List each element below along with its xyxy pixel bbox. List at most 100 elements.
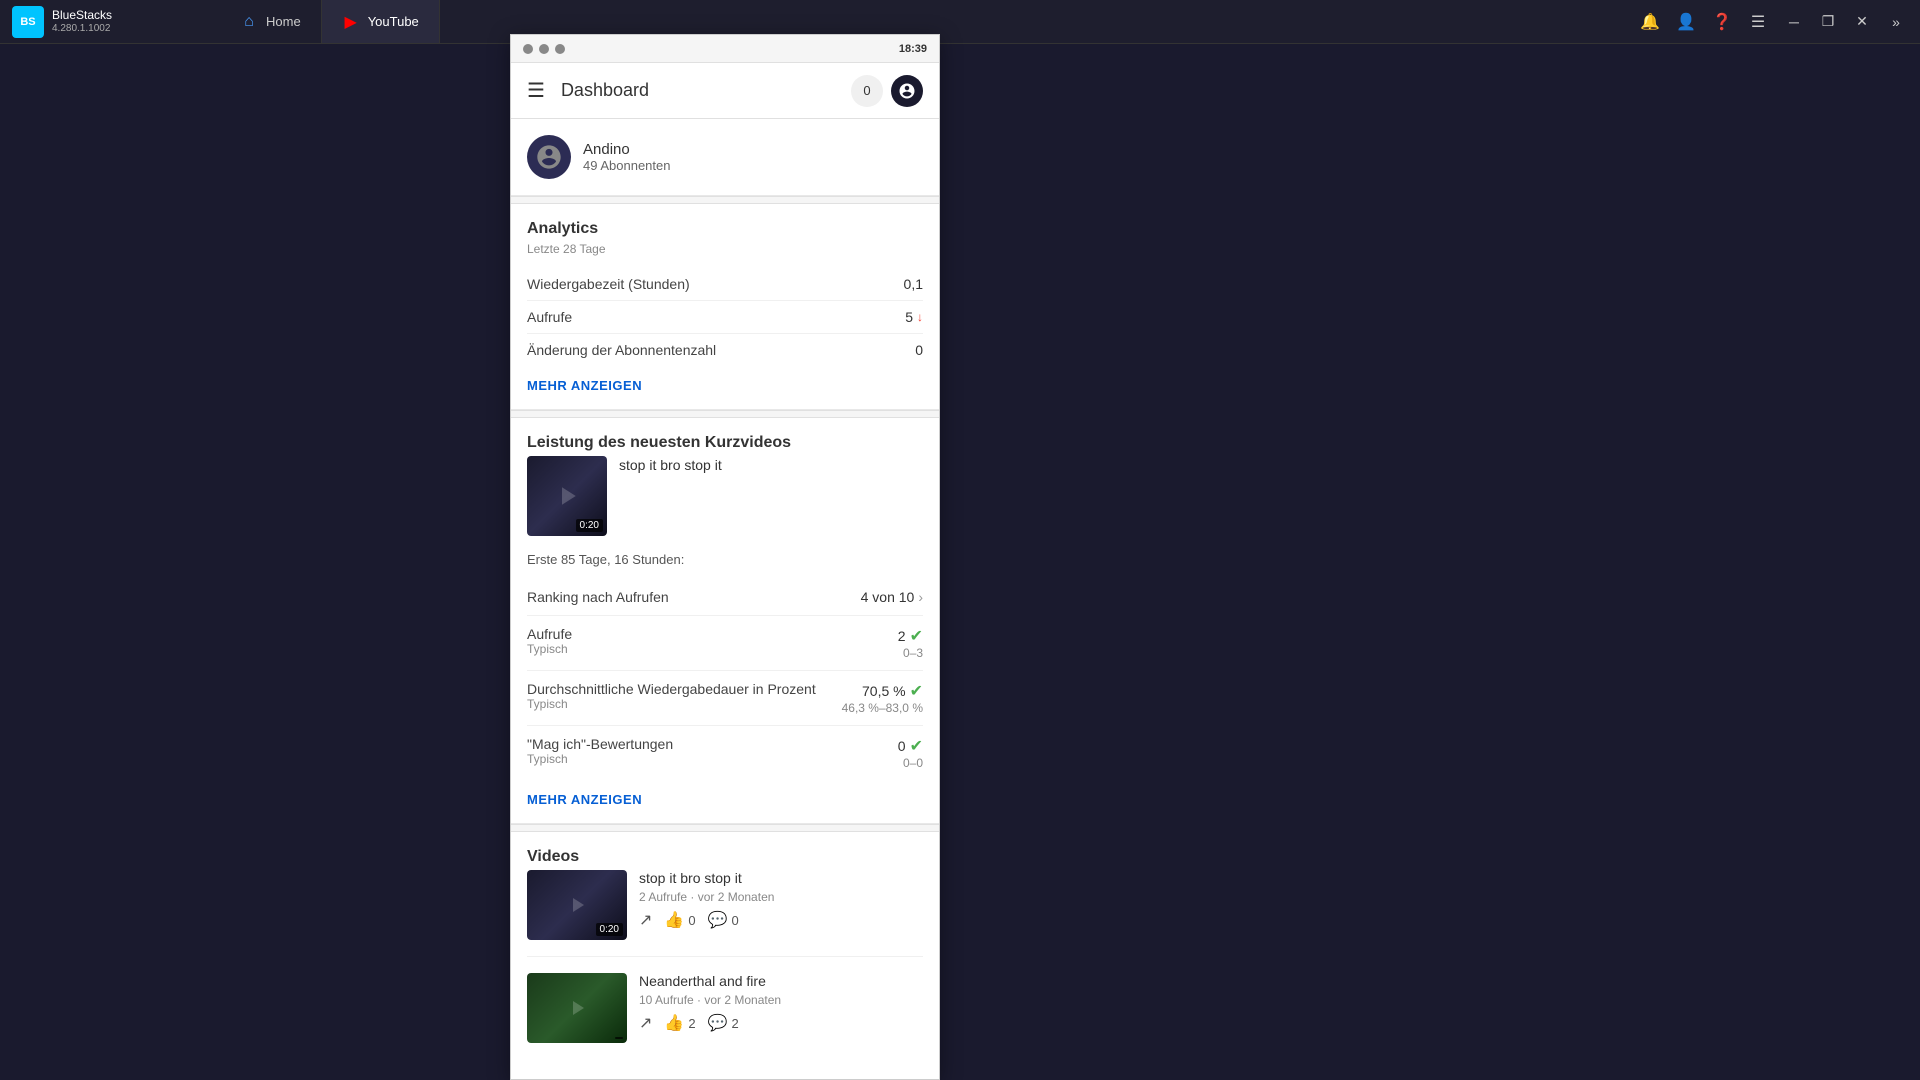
kurz-mehr-anzeigen[interactable]: MEHR ANZEIGEN <box>527 792 923 807</box>
comment-count-1: 2 <box>731 1016 738 1031</box>
notification-badge[interactable]: 0 <box>851 75 883 107</box>
profile-subscribers: 49 Abonnenten <box>583 158 670 173</box>
more-btn[interactable]: » <box>1880 6 1912 38</box>
stat-label-0: Wiedergabezeit (Stunden) <box>527 276 690 292</box>
metric-range-1: 46,3 %–83,0 % <box>842 701 923 715</box>
kurz-video-preview: 0:20 stop it bro stop it <box>527 456 923 536</box>
mobile-frame: 18:39 ☰ Dashboard 0 Andino 49 Abonne <box>510 34 940 1080</box>
divider-2 <box>511 410 939 418</box>
comment-btn-1[interactable]: 💬 2 <box>708 1013 739 1033</box>
analytics-section: Analytics Letzte 28 Tage Wiedergabezeit … <box>511 204 939 410</box>
video-meta-1: 10 Aufrufe · vor 2 Monaten <box>639 993 923 1007</box>
header-actions: 0 <box>851 75 923 107</box>
avatar <box>527 135 571 179</box>
user-avatar-btn[interactable] <box>891 75 923 107</box>
ranking-label: Ranking nach Aufrufen <box>527 589 669 605</box>
video-actions-0: ↗ 👍 0 💬 0 <box>639 910 923 930</box>
video-list-item-0: 0:20 stop it bro stop it 2 Aufrufe · vor… <box>527 870 923 957</box>
video-title-1: Neanderthal and fire <box>639 973 923 989</box>
minimize-btn[interactable]: ─ <box>1778 6 1810 38</box>
tab-youtube-label: YouTube <box>368 14 419 29</box>
brand-logo: BS <box>12 6 44 38</box>
video-info-1: Neanderthal and fire 10 Aufrufe · vor 2 … <box>639 973 923 1033</box>
kurz-video-thumb[interactable]: 0:20 <box>527 456 607 536</box>
video-meta-0: 2 Aufrufe · vor 2 Monaten <box>639 890 923 904</box>
profile-info: Andino 49 Abonnenten <box>583 141 670 173</box>
help-btn[interactable]: ❓ <box>1706 6 1738 38</box>
share-icon-1: ↗ <box>639 1013 652 1033</box>
stat-label-2: Änderung der Abonnentenzahl <box>527 342 716 358</box>
menu-icon[interactable]: ☰ <box>527 78 545 103</box>
bluestacks-brand: BS BlueStacks 4.280.1.1002 <box>0 6 220 38</box>
like-count-0: 0 <box>688 913 695 928</box>
notification-btn[interactable]: 🔔 <box>1634 6 1666 38</box>
taskbar: BS BlueStacks 4.280.1.1002 ⌂ Home ▶ YouT… <box>0 0 1920 44</box>
analytics-subtitle: Letzte 28 Tage <box>527 242 923 256</box>
ranking-value: 4 von 10 › <box>861 589 923 605</box>
metric-row-2: "Mag ich"-Bewertungen Typisch 0 ✔ 0–0 <box>527 726 923 780</box>
tab-youtube[interactable]: ▶ YouTube <box>322 0 440 43</box>
kurz-title: Leistung des neuesten Kurzvideos <box>527 434 923 452</box>
share-btn-0[interactable]: ↗ <box>639 910 652 930</box>
thumb-inner-1 <box>527 973 627 1043</box>
video-list-item-1: Neanderthal and fire 10 Aufrufe · vor 2 … <box>527 973 923 1059</box>
stat-row-0: Wiedergabezeit (Stunden) 0,1 <box>527 268 923 301</box>
analytics-mehr-anzeigen[interactable]: MEHR ANZEIGEN <box>527 378 923 393</box>
share-btn-1[interactable]: ↗ <box>639 1013 652 1033</box>
arrow-down-icon: ↓ <box>917 310 923 324</box>
metric-value-2: 0 ✔ <box>898 736 923 756</box>
metric-right-2: 0 ✔ 0–0 <box>898 736 923 770</box>
video-thumb-0[interactable]: 0:20 <box>527 870 627 940</box>
check-icon-1: ✔ <box>910 681 923 701</box>
stat-row-2: Änderung der Abonnentenzahl 0 <box>527 334 923 366</box>
metric-value-1: 70,5 % ✔ <box>842 681 923 701</box>
youtube-icon: ▶ <box>342 13 360 31</box>
status-dot-1 <box>523 44 533 54</box>
stat-value-0: 0,1 <box>904 276 923 292</box>
comment-icon-1: 💬 <box>708 1013 728 1033</box>
comment-icon-0: 💬 <box>708 910 728 930</box>
metric-label-2: "Mag ich"-Bewertungen Typisch <box>527 736 673 766</box>
like-btn-0[interactable]: 👍 0 <box>664 910 695 930</box>
videos-title: Videos <box>527 848 923 866</box>
stat-row-1: Aufrufe 5 ↓ <box>527 301 923 334</box>
content-area[interactable]: Andino 49 Abonnenten Analytics Letzte 28… <box>511 119 939 1079</box>
like-btn-1[interactable]: 👍 2 <box>664 1013 695 1033</box>
videos-section: Videos 0:20 stop it bro stop it 2 Aufruf… <box>511 832 939 1079</box>
status-dot-3 <box>555 44 565 54</box>
metric-right-0: 2 ✔ 0–3 <box>898 626 923 660</box>
video-thumb-1[interactable] <box>527 973 627 1043</box>
comment-btn-0[interactable]: 💬 0 <box>708 910 739 930</box>
metric-right-1: 70,5 % ✔ 46,3 %–83,0 % <box>842 681 923 715</box>
home-icon: ⌂ <box>240 13 258 31</box>
tab-home[interactable]: ⌂ Home <box>220 0 322 43</box>
status-icons <box>523 44 565 54</box>
status-dot-2 <box>539 44 549 54</box>
metric-label-1: Durchschnittliche Wiedergabedauer in Pro… <box>527 681 816 711</box>
metric-range-0: 0–3 <box>898 646 923 660</box>
metric-value-0: 2 ✔ <box>898 626 923 646</box>
window-controls: ─ ❐ ✕ » <box>1778 6 1912 38</box>
video-duration-0: 0:20 <box>596 923 623 936</box>
metric-row-1: Durchschnittliche Wiedergabedauer in Pro… <box>527 671 923 726</box>
analytics-title: Analytics <box>527 220 923 238</box>
profile-section: Andino 49 Abonnenten <box>511 119 939 196</box>
stat-label-1: Aufrufe <box>527 309 572 325</box>
restore-btn[interactable]: ❐ <box>1812 6 1844 38</box>
tab-home-label: Home <box>266 14 301 29</box>
stat-value-2: 0 <box>915 342 923 358</box>
thumbup-icon-1: 👍 <box>664 1013 684 1033</box>
check-icon-2: ✔ <box>910 736 923 756</box>
account-btn[interactable]: 👤 <box>1670 6 1702 38</box>
ranking-row[interactable]: Ranking nach Aufrufen 4 von 10 › <box>527 579 923 616</box>
comment-count-0: 0 <box>731 913 738 928</box>
settings-btn[interactable]: ☰ <box>1742 6 1774 38</box>
brand-name: BlueStacks <box>52 8 112 22</box>
metric-label-0: Aufrufe Typisch <box>527 626 572 656</box>
close-btn[interactable]: ✕ <box>1846 6 1878 38</box>
stat-value-1: 5 ↓ <box>905 309 923 325</box>
metric-range-2: 0–0 <box>898 756 923 770</box>
kurz-video-title: stop it bro stop it <box>619 456 722 476</box>
metric-row-0: Aufrufe Typisch 2 ✔ 0–3 <box>527 616 923 671</box>
status-bar: 18:39 <box>511 35 939 63</box>
